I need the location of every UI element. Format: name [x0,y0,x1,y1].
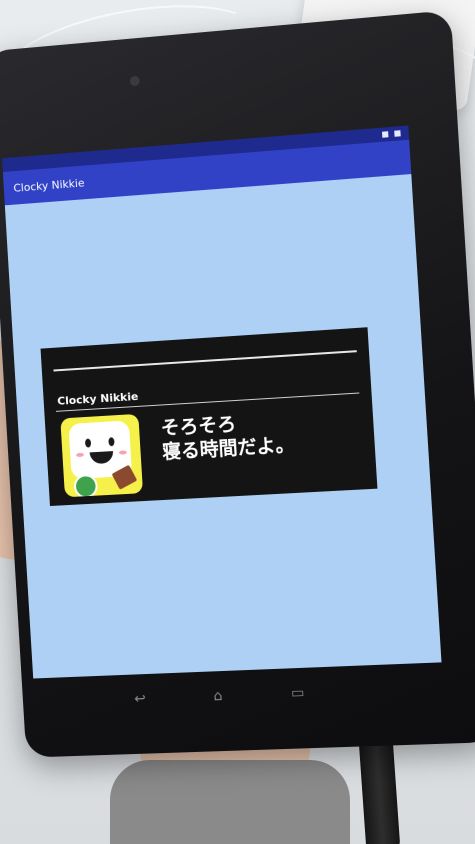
back-icon[interactable]: ↩ [134,691,146,707]
camera-icon [129,75,141,87]
photo-scene: Clocky Nikkie Clocky Nikkie そろそろ 寝る時間だよ。… [0,0,475,844]
notification-card[interactable]: Clocky Nikkie そろそろ 寝る時間だよ。 [40,327,378,507]
tablet-screen[interactable]: Clocky Nikkie Clocky Nikkie そろそろ 寝る時間だよ。 [2,125,442,679]
notification-divider [53,350,357,372]
recents-icon[interactable]: ▭ [291,685,305,702]
signal-icon [381,131,389,138]
eye-icon [108,437,115,447]
eye-icon [84,438,92,448]
cheek-icon [118,450,127,455]
clocky-nikkie-app-icon [60,413,144,498]
notification-message: そろそろ 寝る時間だよ。 [160,409,295,465]
tablet: Clocky Nikkie Clocky Nikkie そろそろ 寝る時間だよ。… [0,10,475,758]
sleeve [110,760,350,844]
mouth-icon [89,451,114,465]
notification-app-name: Clocky Nikkie [56,389,139,408]
app-title: Clocky Nikkie [13,175,85,195]
cheek-icon [75,452,84,458]
android-nav-bar: ↩ ⌂ ▭ [100,677,340,716]
battery-icon [394,130,401,137]
home-icon[interactable]: ⌂ [213,688,223,704]
